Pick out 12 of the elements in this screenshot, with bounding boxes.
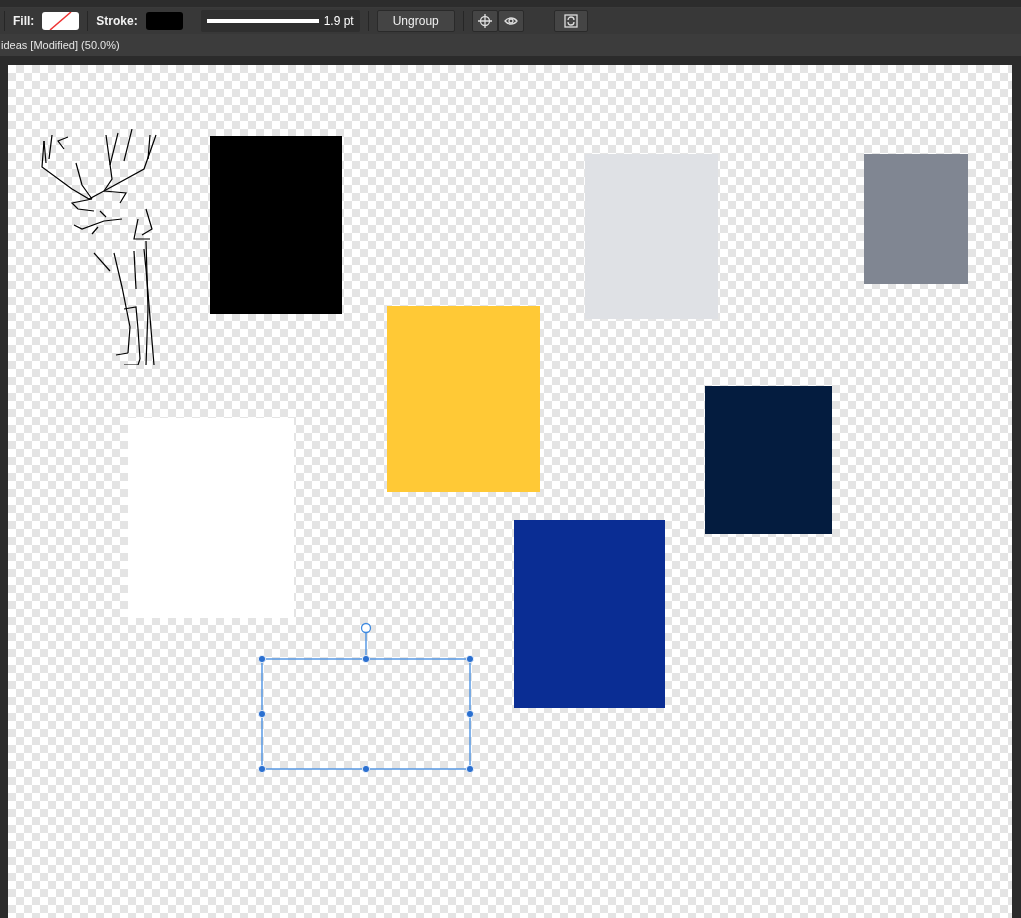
ungroup-button[interactable]: Ungroup <box>376 10 455 32</box>
sync-button[interactable] <box>553 10 588 32</box>
stroke-width-control[interactable]: 1.9 pt <box>200 10 360 32</box>
sync-icon <box>562 13 579 29</box>
stroke-label: Stroke: <box>96 14 138 28</box>
document-tab[interactable]: ideas [Modified] (50.0%) <box>0 39 120 51</box>
fill-label: Fill: <box>13 14 35 28</box>
crosshair-icon <box>476 13 493 29</box>
stroke-swatch[interactable] <box>145 12 183 30</box>
crosshair-button[interactable] <box>471 10 498 32</box>
no-fill-swatch[interactable] <box>42 12 80 30</box>
eye-button[interactable] <box>497 10 524 32</box>
